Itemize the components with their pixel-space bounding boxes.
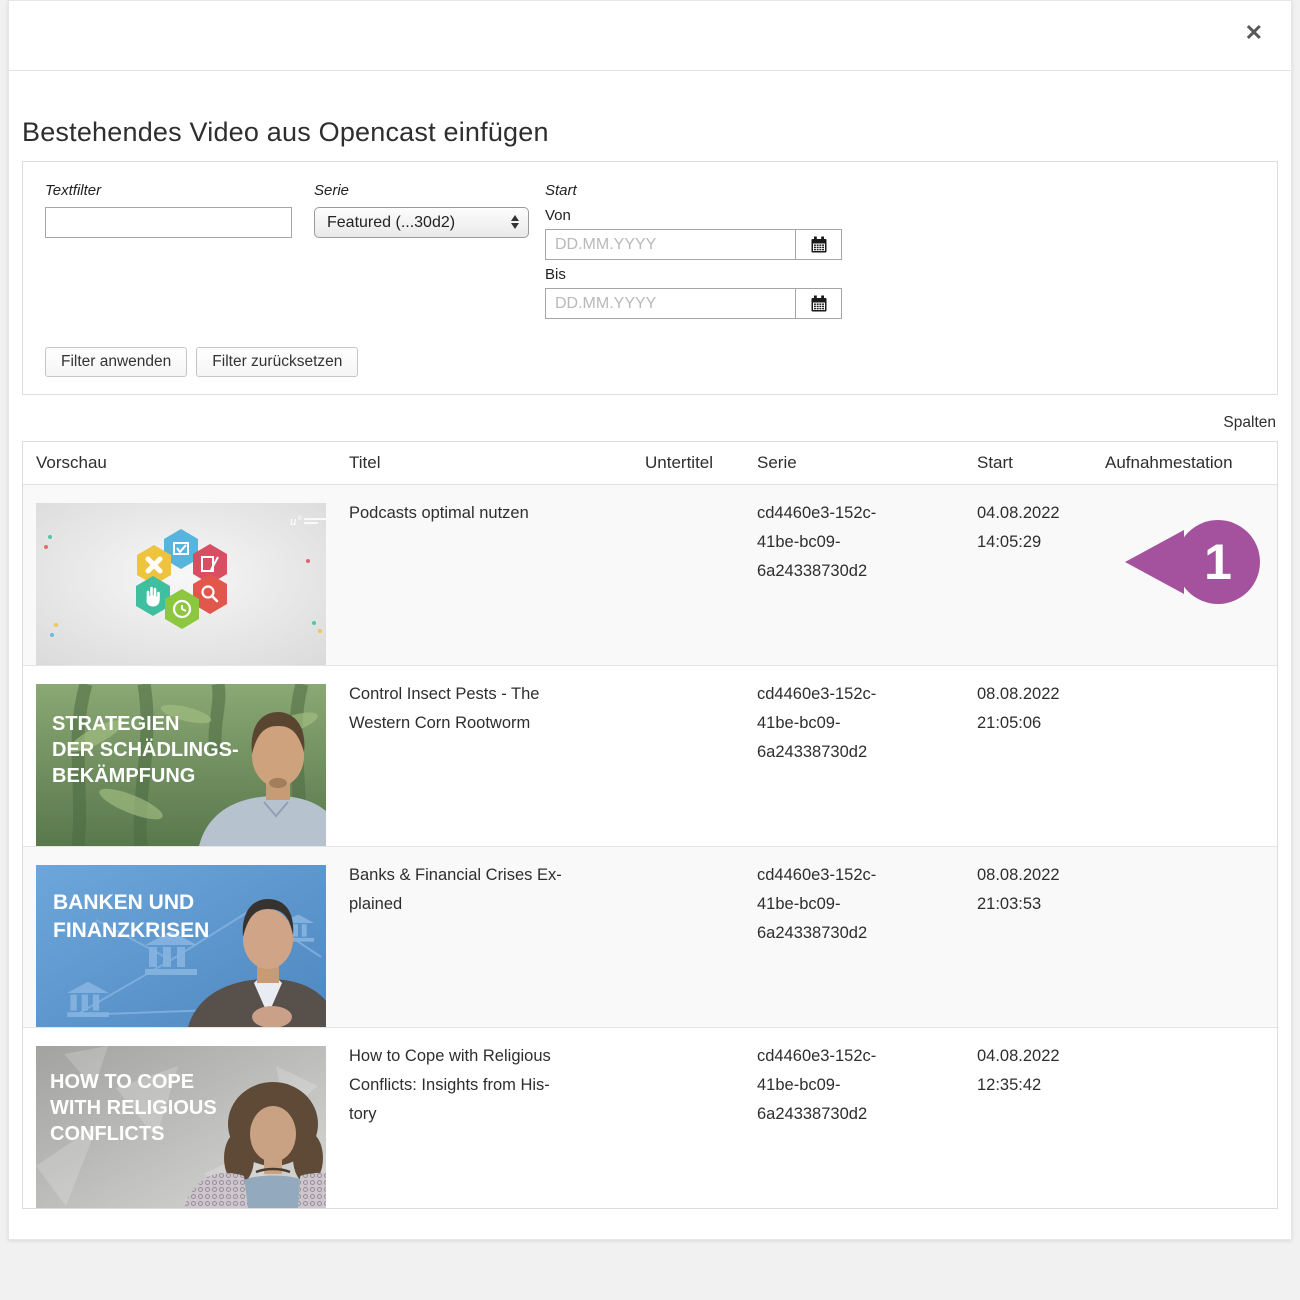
- date-to-input[interactable]: [546, 289, 795, 318]
- filter-panel: Textfilter Serie Featured (...30d2) Star…: [22, 161, 1278, 395]
- table-row[interactable]: STRATEGIEN DER SCHÄDLINGS- BEKÄMPFUNG Co…: [23, 666, 1277, 847]
- thumbnail-corn-field-image: STRATEGIEN DER SCHÄDLINGS- BEKÄMPFUNG: [36, 684, 326, 846]
- video-series-id: cd4460e3-152c- 41be-bc09- 6a24338730d2: [757, 866, 876, 942]
- date-from-calendar-button[interactable]: [795, 230, 841, 259]
- thumb-title-line: STRATEGIEN: [52, 713, 179, 735]
- start-column: Start Von: [545, 182, 845, 319]
- serie-selected-value: Featured (...30d2): [327, 214, 455, 231]
- select-arrows-icon: [511, 215, 519, 229]
- video-series-id: cd4460e3-152c- 41be-bc09- 6a24338730d2: [757, 1047, 876, 1123]
- thumb-title-line: DER SCHÄDLINGS-: [52, 738, 239, 761]
- date-to-group: [545, 288, 842, 319]
- table-row[interactable]: BANKEN UND FINANZKRISEN Banks & Financia…: [23, 847, 1277, 1028]
- video-start-time: 04.08.2022 12:35:42: [977, 1047, 1060, 1094]
- thumb-title-line: CONFLICTS: [50, 1123, 164, 1145]
- video-series-id: cd4460e3-152c- 41be-bc09- 6a24338730d2: [757, 685, 876, 761]
- serie-select[interactable]: Featured (...30d2): [314, 207, 529, 238]
- serie-column: Serie Featured (...30d2): [314, 182, 529, 238]
- date-from-input[interactable]: [546, 230, 795, 259]
- close-icon[interactable]: ✕: [1239, 21, 1269, 45]
- date-from-group: [545, 229, 842, 260]
- thumbnail-hexagons-image: u b: [36, 503, 326, 665]
- video-start-time: 08.08.2022 21:03:53: [977, 866, 1060, 913]
- video-title: Podcasts optimal nutzen: [349, 504, 529, 522]
- thumb-title-line: HOW TO COPE: [50, 1071, 194, 1093]
- video-start-time: 08.08.2022 21:05:06: [977, 685, 1060, 732]
- serie-label: Serie: [314, 182, 529, 199]
- thumb-title-line: BANKEN UND: [53, 891, 194, 914]
- table-header: Vorschau Titel Untertitel Serie Start Au…: [23, 442, 1277, 485]
- header-serie: Serie: [744, 453, 964, 473]
- ub-logo-sup: b: [298, 514, 302, 522]
- textfilter-input[interactable]: [45, 207, 292, 238]
- header-start: Start: [964, 453, 1092, 473]
- date-to-calendar-button[interactable]: [795, 289, 841, 318]
- video-title: How to Cope with Religious Conflicts: In…: [349, 1047, 551, 1123]
- bis-label: Bis: [545, 266, 845, 283]
- von-label: Von: [545, 207, 845, 224]
- table-row[interactable]: u b Podcasts optimal nutzen cd4460e3-152…: [23, 485, 1277, 666]
- header-aufnahmestation: Aufnahmestation: [1092, 453, 1277, 473]
- thumb-title-line: FINANZKRISEN: [53, 919, 209, 942]
- video-series-id: cd4460e3-152c- 41be-bc09- 6a24338730d2: [757, 504, 876, 580]
- thumb-title-line: WITH RELIGIOUS: [50, 1097, 217, 1119]
- thumb-title-line: BEKÄMPFUNG: [52, 764, 195, 787]
- insert-video-modal: ✕ Bestehendes Video aus Opencast einfüge…: [8, 0, 1292, 1240]
- video-table: Vorschau Titel Untertitel Serie Start Au…: [22, 441, 1278, 1209]
- video-thumbnail: u b: [23, 485, 336, 665]
- textfilter-label: Textfilter: [45, 182, 292, 199]
- calendar-icon: [810, 236, 828, 254]
- thumbnail-banks-image: BANKEN UND FINANZKRISEN: [36, 865, 326, 1027]
- thumbnail-religion-image: HOW TO COPE WITH RELIGIOUS CONFLICTS: [36, 1046, 326, 1208]
- video-title: Control Insect Pests - The Western Corn …: [349, 685, 539, 732]
- modal-header: ✕: [9, 1, 1291, 71]
- video-start-time: 04.08.2022 14:05:29: [977, 504, 1060, 551]
- header-titel: Titel: [336, 453, 632, 473]
- start-label: Start: [545, 182, 845, 199]
- modal-body: Bestehendes Video aus Opencast einfügen …: [9, 117, 1291, 1209]
- ub-logo-text: u: [290, 513, 297, 528]
- video-title: Banks & Financial Crises Ex- plained: [349, 866, 562, 913]
- video-thumbnail: HOW TO COPE WITH RELIGIOUS CONFLICTS: [23, 1028, 336, 1208]
- table-row[interactable]: HOW TO COPE WITH RELIGIOUS CONFLICTS How…: [23, 1028, 1277, 1208]
- video-thumbnail: STRATEGIEN DER SCHÄDLINGS- BEKÄMPFUNG: [23, 666, 336, 846]
- header-vorschau: Vorschau: [23, 453, 336, 473]
- textfilter-column: Textfilter: [45, 182, 292, 238]
- calendar-icon: [810, 295, 828, 313]
- video-thumbnail: BANKEN UND FINANZKRISEN: [23, 847, 336, 1027]
- header-untertitel: Untertitel: [632, 453, 744, 473]
- columns-settings-link[interactable]: Spalten: [1223, 414, 1276, 432]
- reset-filter-button[interactable]: Filter zurücksetzen: [196, 347, 358, 377]
- page-title: Bestehendes Video aus Opencast einfügen: [22, 117, 1278, 148]
- apply-filter-button[interactable]: Filter anwenden: [45, 347, 187, 377]
